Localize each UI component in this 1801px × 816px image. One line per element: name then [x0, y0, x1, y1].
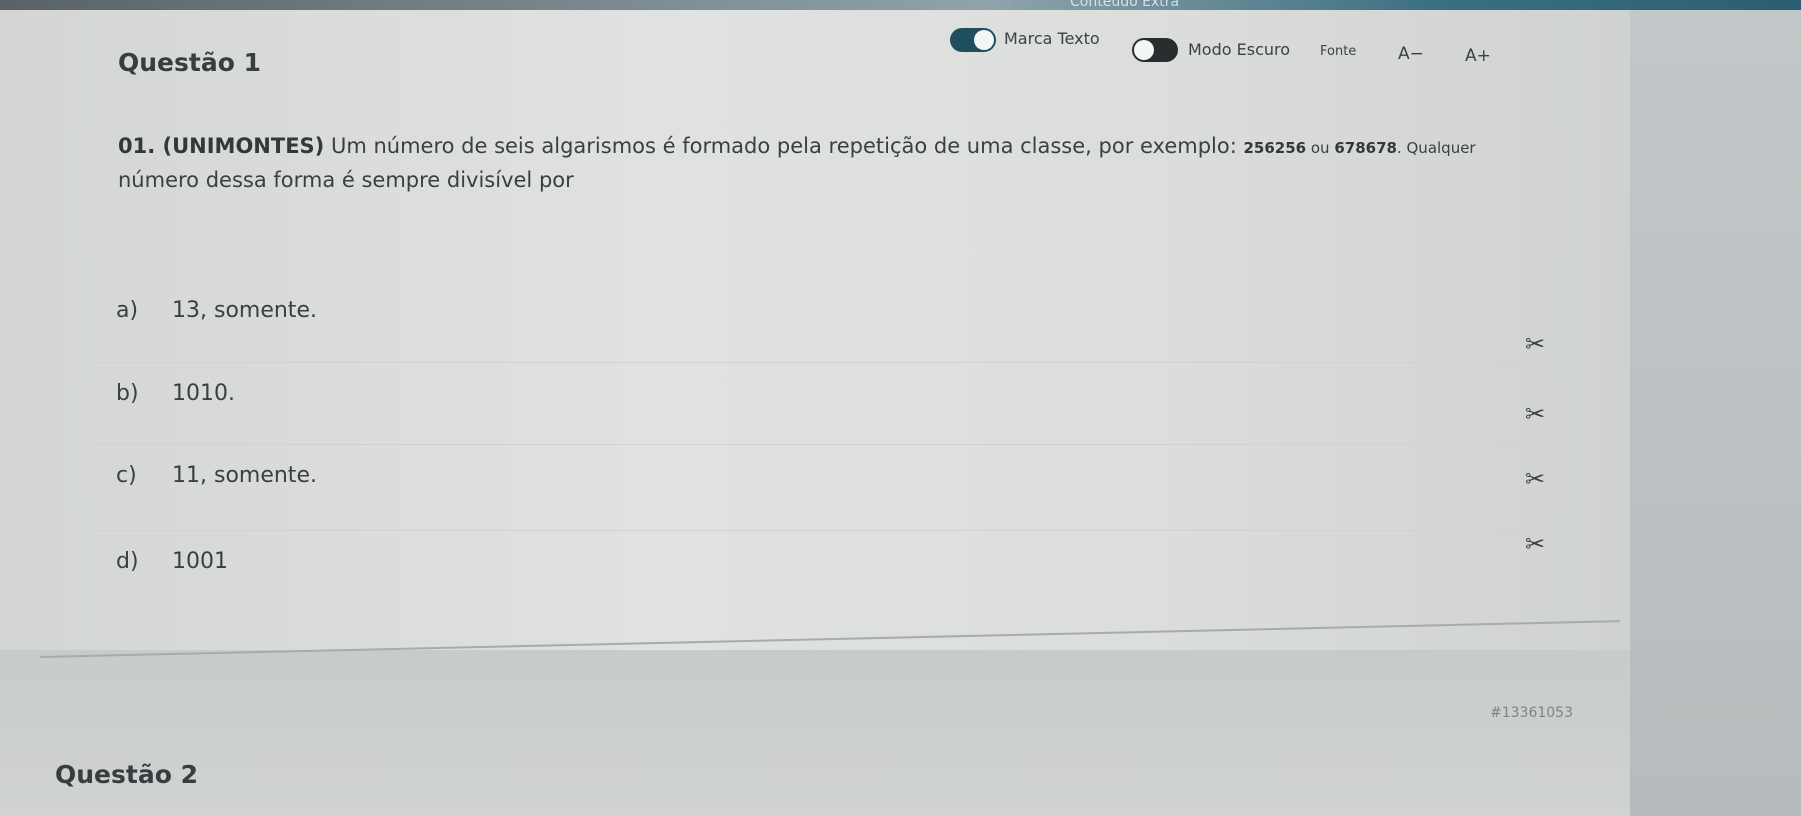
question1-statement: 01. (UNIMONTES) Um número de seis algari…: [118, 130, 1598, 196]
eliminate-option-a-scissors-icon[interactable]: ✂: [1525, 330, 1545, 358]
dark-mode-toggle-knob: [1134, 40, 1154, 60]
option-text: 13, somente.: [172, 298, 317, 323]
option-c[interactable]: c) 11, somente.: [92, 444, 1612, 505]
marker-toggle[interactable]: [950, 28, 996, 52]
question2-title: Questão 2: [55, 760, 198, 789]
question1-text-line2: número dessa forma é sempre divisível po…: [118, 168, 574, 192]
top-strip: Conteúdo Extra: [0, 0, 1801, 10]
eliminate-option-d-scissors-icon[interactable]: ✂: [1525, 530, 1545, 558]
example-number-2: 678678: [1334, 139, 1397, 157]
option-letter: b): [116, 381, 139, 406]
right-side-panel: [1630, 10, 1801, 816]
option-text: 11, somente.: [172, 463, 317, 488]
option-letter: d): [116, 549, 139, 574]
marker-toggle-knob: [974, 30, 994, 50]
example-number-1: 256256: [1243, 139, 1307, 157]
question1-title: Questão 1: [118, 48, 261, 77]
question1-text-end: . Qualquer: [1396, 139, 1476, 157]
dark-mode-toggle[interactable]: [1132, 38, 1178, 62]
question2-card: [0, 650, 1630, 816]
option-letter: a): [116, 298, 139, 323]
marker-label: Marca Texto: [1004, 29, 1100, 48]
question2-id: #13361053: [1490, 705, 1573, 721]
eliminate-option-c-scissors-icon[interactable]: ✂: [1525, 465, 1545, 493]
font-increase-button[interactable]: A+: [1465, 46, 1491, 66]
font-decrease-button[interactable]: A−: [1398, 44, 1424, 64]
eliminate-option-b-scissors-icon[interactable]: ✂: [1525, 400, 1545, 428]
option-letter: c): [116, 463, 137, 488]
question-toolbar: Marca Texto Modo Escuro Fonte A− A+: [950, 28, 1630, 68]
option-d[interactable]: d) 1001: [92, 530, 1612, 591]
dark-mode-label: Modo Escuro: [1188, 40, 1291, 59]
font-label: Fonte: [1320, 44, 1357, 59]
option-a[interactable]: a) 13, somente.: [92, 280, 1612, 340]
option-text: 1001: [172, 549, 228, 574]
question1-source: 01. (UNIMONTES): [118, 134, 325, 158]
example-connector: ou: [1306, 139, 1335, 157]
extra-content-link[interactable]: Conteúdo Extra: [1070, 0, 1179, 10]
question1-text: Um número de seis algarismos é formado p…: [324, 134, 1244, 158]
option-b[interactable]: b) 1010.: [92, 362, 1612, 423]
option-text: 1010.: [172, 381, 235, 406]
